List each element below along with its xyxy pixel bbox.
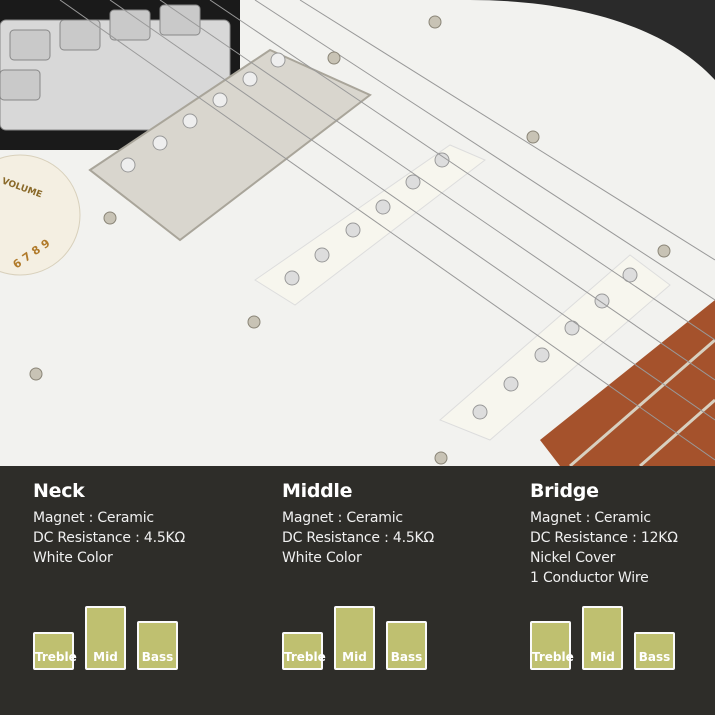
tone-bar-treble: Treble — [530, 621, 574, 670]
tone-bar-label: Bass — [141, 650, 174, 664]
tone-bar-label: Mid — [342, 650, 367, 664]
tone-bars-bridge: Treble Mid Bass — [530, 604, 690, 670]
volume-knob[interactable]: VOLUME 6 7 8 9 — [0, 154, 81, 276]
tone-bar-mid: Mid — [582, 606, 623, 670]
tone-bars-neck: Treble Mid Bass — [33, 604, 193, 670]
pickup-column-middle: Middle Magnet : Ceramic DC Resistance : … — [282, 480, 502, 568]
pickup-column-bridge: Bridge Magnet : Ceramic DC Resistance : … — [530, 480, 715, 588]
pickup-name: Middle — [282, 480, 353, 502]
tone-bar-label: Bass — [638, 650, 671, 664]
tone-bar-label: Treble — [35, 650, 77, 664]
pickup-specs-panel: Neck Magnet : Ceramic DC Resistance : 4.… — [0, 466, 715, 715]
tone-bar-label: Mid — [93, 650, 118, 664]
spec-line: 1 Conductor Wire — [530, 570, 649, 586]
tone-bar-label: Treble — [532, 650, 574, 664]
guitar-body — [470, 0, 715, 80]
guitar-pickup-photo: VOLUME 6 7 8 9 — [0, 0, 715, 466]
tone-bar-bass: Bass — [137, 621, 178, 670]
pickup-column-neck: Neck Magnet : Ceramic DC Resistance : 4.… — [33, 480, 253, 568]
spec-line: Nickel Cover — [530, 550, 616, 566]
spec-line: DC Resistance : 12KΩ — [530, 530, 678, 546]
strings — [59, 0, 715, 461]
spec-line: Magnet : Ceramic — [530, 510, 651, 526]
tone-bar-mid: Mid — [334, 606, 375, 670]
middle-single-coil — [254, 144, 486, 306]
tone-bar-label: Treble — [284, 650, 326, 664]
tone-bar-mid: Mid — [85, 606, 126, 670]
spec-line: DC Resistance : 4.5KΩ — [282, 530, 435, 546]
tone-bar-treble: Treble — [33, 632, 77, 670]
guitar-illustration: VOLUME 6 7 8 9 — [0, 0, 715, 466]
tone-bar-label: Bass — [390, 650, 423, 664]
spec-line: White Color — [282, 550, 362, 566]
tone-bar-bass: Bass — [634, 632, 675, 670]
pickup-name: Bridge — [530, 480, 599, 502]
spec-line: Magnet : Ceramic — [282, 510, 403, 526]
tone-bars-middle: Treble Mid Bass — [282, 604, 442, 670]
spec-line: DC Resistance : 4.5KΩ — [33, 530, 186, 546]
tone-bar-label: Mid — [590, 650, 615, 664]
spec-line: White Color — [33, 550, 113, 566]
tone-bar-treble: Treble — [282, 632, 326, 670]
tone-bar-bass: Bass — [386, 621, 427, 670]
spec-line: Magnet : Ceramic — [33, 510, 154, 526]
pickup-name: Neck — [33, 480, 85, 502]
